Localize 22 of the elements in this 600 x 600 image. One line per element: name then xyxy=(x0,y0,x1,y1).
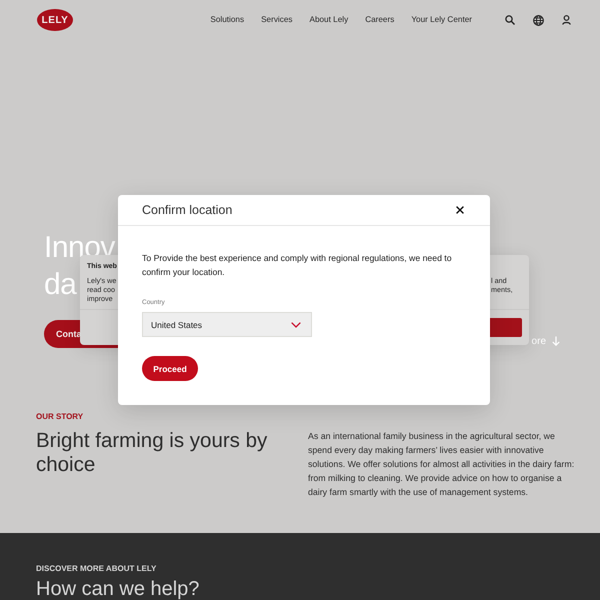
search-icon[interactable] xyxy=(505,15,515,25)
nav-link[interactable]: Careers xyxy=(365,14,394,26)
nav-link[interactable]: Solutions xyxy=(210,14,244,26)
country-select[interactable]: United States xyxy=(142,312,312,337)
close-button[interactable] xyxy=(456,206,464,214)
close-icon xyxy=(456,206,464,214)
chevron-down-icon xyxy=(291,322,301,328)
section-heading: How can we help? xyxy=(36,578,200,600)
nav-link[interactable]: Services xyxy=(261,14,292,26)
nav-link[interactable]: About Lely xyxy=(309,14,348,26)
dialog-message: To Provide the best experience and comply with regional regulations, we need to confirm your location. xyxy=(142,252,453,279)
arrow-down-icon xyxy=(552,336,560,346)
proceed-button[interactable]: Proceed xyxy=(142,356,198,381)
logo[interactable]: LELY xyxy=(37,9,73,31)
section-eyebrow: OUR STORY xyxy=(36,412,84,422)
globe-icon[interactable] xyxy=(533,14,544,26)
dialog-title: Confirm location xyxy=(142,203,232,217)
section-eyebrow: DISCOVER MORE ABOUT LELY xyxy=(36,564,158,574)
story-paragraph: As an international family business in the agricultural sector, we spend every day making farmers’ lives easier with innovative solutions. We offer solutions for almost all activities in the dairy farm: from milking to cleaning. We provide advice on how to organise a dairy farm smartly with the use of management systems. xyxy=(308,430,576,499)
section-heading: Bright farming is yours by choice xyxy=(36,429,268,478)
user-icon[interactable] xyxy=(562,15,571,25)
nav-link[interactable]: Your Lely Center xyxy=(411,14,472,26)
